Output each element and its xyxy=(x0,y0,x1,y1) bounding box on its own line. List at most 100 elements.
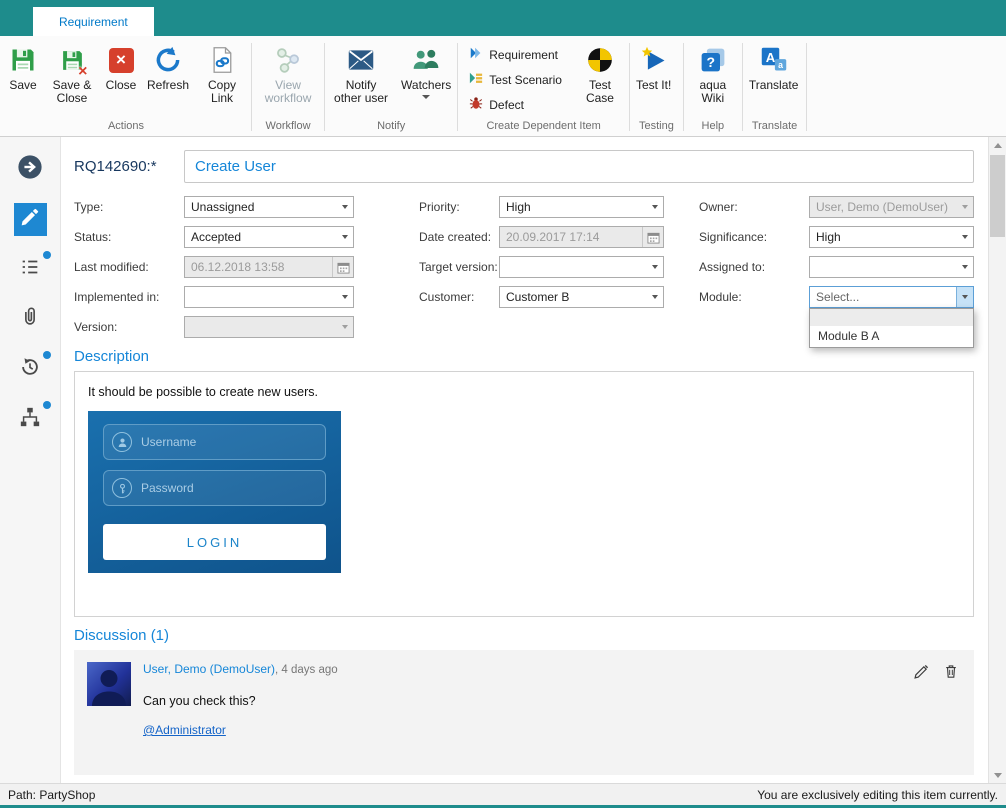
description-image-login: Username Password LOGIN xyxy=(88,411,341,573)
comment-author[interactable]: User, Demo (DemoUser) xyxy=(143,662,275,676)
save-and-close-button[interactable]: × Save & Close xyxy=(44,38,100,119)
refresh-icon xyxy=(154,44,182,76)
watchers-button[interactable]: Watchers xyxy=(396,38,456,119)
sidebar-item-attachments[interactable] xyxy=(14,303,47,336)
test-case-icon xyxy=(586,44,614,76)
translate-icon: Aa xyxy=(760,44,788,76)
sidebar-item-dependencies[interactable] xyxy=(14,403,47,436)
save-and-close-label: Save & Close xyxy=(49,79,95,105)
titlebar: Requirement xyxy=(0,0,1006,36)
module-dropdown-button[interactable] xyxy=(956,287,973,307)
version-select xyxy=(184,316,354,338)
significance-dropdown-button[interactable] xyxy=(956,227,973,247)
create-requirement-button[interactable]: Requirement xyxy=(462,44,569,65)
create-defect-label: Defect xyxy=(489,98,524,112)
implemented-in-dropdown-button[interactable] xyxy=(336,287,353,307)
type-select[interactable]: Unassigned xyxy=(184,196,354,218)
watchers-dropdown-caret-icon xyxy=(422,95,430,99)
ribbon-separator xyxy=(742,43,743,131)
app-window: Requirement Save × Save & Close xyxy=(0,0,1006,808)
ribbon-separator xyxy=(457,43,458,131)
ribbon-separator xyxy=(251,43,252,131)
module-option[interactable]: Module B A xyxy=(810,326,973,347)
edit-comment-button[interactable] xyxy=(914,664,929,684)
sidebar-item-details[interactable] xyxy=(14,253,47,286)
scroll-down-button[interactable] xyxy=(989,767,1006,783)
copy-link-button[interactable]: Copy Link xyxy=(194,38,250,119)
scroll-up-button[interactable] xyxy=(989,137,1006,153)
close-label: Close xyxy=(106,79,137,92)
svg-text:a: a xyxy=(778,60,783,70)
aqua-wiki-button[interactable]: ? aqua Wiki xyxy=(685,38,741,119)
assigned-to-select[interactable] xyxy=(809,256,974,278)
description-editor[interactable]: It should be possible to create new user… xyxy=(74,371,974,617)
module-label: Module: xyxy=(699,290,809,304)
status-label: Status: xyxy=(74,230,184,244)
test-it-button[interactable]: Test It! xyxy=(631,38,676,119)
close-button[interactable]: × Close xyxy=(100,38,142,119)
priority-dropdown-button[interactable] xyxy=(646,197,663,217)
group-label-actions: Actions xyxy=(2,119,250,136)
module-select[interactable]: Select... Module B A xyxy=(809,286,974,308)
status-select[interactable]: Accepted xyxy=(184,226,354,248)
create-defect-button[interactable]: Defect xyxy=(462,94,569,115)
chevron-down-icon xyxy=(342,325,348,329)
ribbon: Save × Save & Close × Close xyxy=(0,36,1006,137)
status-dropdown-button[interactable] xyxy=(336,227,353,247)
attachments-icon xyxy=(19,306,41,333)
save-icon xyxy=(9,44,37,76)
ribbon-group-create-dependent-item: Requirement Test Scenario Defect xyxy=(459,38,628,136)
tab-requirement[interactable]: Requirement xyxy=(33,7,154,36)
create-test-scenario-button[interactable]: Test Scenario xyxy=(462,69,569,90)
svg-text:A: A xyxy=(765,50,775,65)
description-heading: Description xyxy=(74,348,974,365)
type-label: Type: xyxy=(74,200,184,214)
comment-mention-link[interactable]: @Administrator xyxy=(143,723,961,737)
svg-text:?: ? xyxy=(706,54,715,70)
owner-select: User, Demo (DemoUser) xyxy=(809,196,974,218)
view-workflow-button: View workflow xyxy=(253,38,323,119)
translate-button[interactable]: Aa Translate xyxy=(744,38,804,119)
sidebar-collapse-button[interactable] xyxy=(14,153,47,186)
customer-dropdown-button[interactable] xyxy=(646,287,663,307)
date-created-label: Date created: xyxy=(419,230,499,244)
login-username-field: Username xyxy=(103,424,326,460)
refresh-button[interactable]: Refresh xyxy=(142,38,194,119)
chevron-down-icon xyxy=(652,295,658,299)
create-test-case-button[interactable]: Test Case xyxy=(572,38,628,119)
discussion-heading: Discussion (1) xyxy=(74,627,974,644)
requirement-icon xyxy=(469,46,483,63)
create-requirement-label: Requirement xyxy=(489,48,558,62)
item-editor: RQ142690:* Type: Unassigned Priority: Hi… xyxy=(61,137,988,783)
test-it-icon xyxy=(640,44,668,76)
significance-select[interactable]: High xyxy=(809,226,974,248)
priority-select[interactable]: High xyxy=(499,196,664,218)
aqua-wiki-label: aqua Wiki xyxy=(690,79,736,105)
vertical-scrollbar[interactable] xyxy=(988,137,1006,783)
priority-label: Priority: xyxy=(419,200,499,214)
target-version-select[interactable] xyxy=(499,256,664,278)
watchers-label: Watchers xyxy=(401,79,451,92)
sidebar-item-edit[interactable] xyxy=(14,203,47,236)
defect-icon xyxy=(469,96,483,113)
delete-comment-button[interactable] xyxy=(944,664,958,684)
notify-other-user-button[interactable]: Notify other user xyxy=(326,38,396,119)
assigned-to-dropdown-button[interactable] xyxy=(956,257,973,277)
sidebar-item-history[interactable] xyxy=(14,353,47,386)
save-button[interactable]: Save xyxy=(2,38,44,119)
target-version-dropdown-button[interactable] xyxy=(646,257,663,277)
edit-icon xyxy=(20,207,40,232)
scrollbar-thumb[interactable] xyxy=(990,155,1005,237)
title-input[interactable] xyxy=(184,150,974,183)
create-test-case-label: Test Case xyxy=(577,79,623,105)
implemented-in-select[interactable] xyxy=(184,286,354,308)
type-dropdown-button[interactable] xyxy=(336,197,353,217)
status-path: Path: PartyShop xyxy=(8,788,95,802)
ribbon-separator xyxy=(324,43,325,131)
group-label-translate: Translate xyxy=(744,119,805,136)
module-option-blank[interactable] xyxy=(810,309,973,326)
customer-select[interactable]: Customer B xyxy=(499,286,664,308)
view-workflow-label: View workflow xyxy=(258,79,318,105)
chevron-down-icon xyxy=(962,235,968,239)
login-password-field: Password xyxy=(103,470,326,506)
